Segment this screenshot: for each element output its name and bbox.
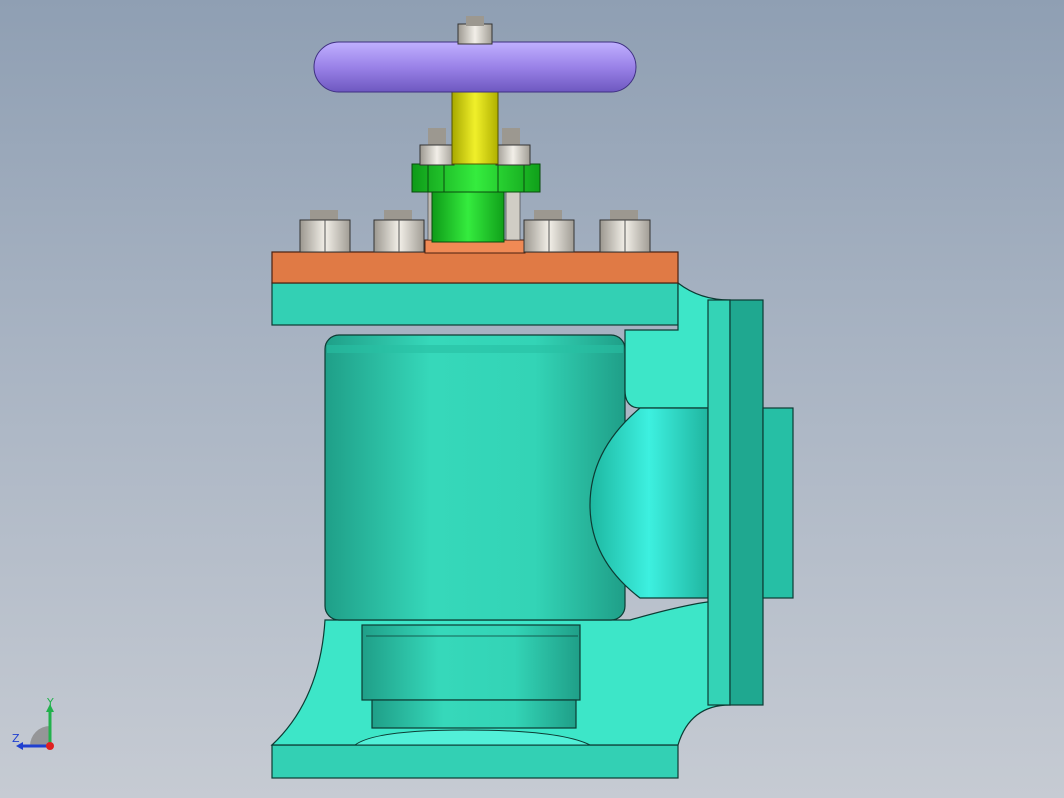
valve-body-icon [270,281,794,779]
handwheel-icon[interactable] [313,16,637,93]
graphics-viewport[interactable]: Y Z [0,0,1064,798]
valve-model[interactable] [0,0,1064,798]
y-axis-label: Y [46,698,54,709]
bonnet-flange [271,251,679,284]
triad-plane-icon [30,726,50,746]
stem-icon [451,87,499,165]
z-axis-label: Z [12,732,20,745]
orientation-triad: Y Z [12,698,54,750]
origin-icon [46,742,54,750]
